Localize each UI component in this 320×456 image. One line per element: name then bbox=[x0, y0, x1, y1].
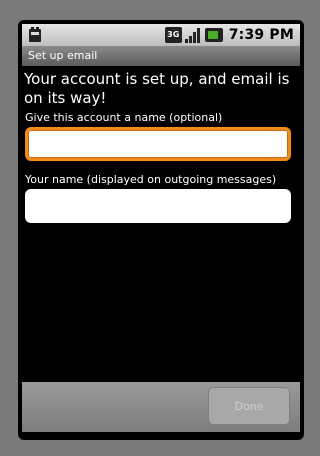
your-name-input[interactable] bbox=[25, 189, 291, 223]
account-name-label: Give this account a name (optional) bbox=[25, 111, 223, 124]
setup-complete-message: Your account is set up, and email is on … bbox=[24, 70, 290, 107]
button-bar: Done bbox=[22, 382, 300, 432]
signal-strength-icon bbox=[184, 27, 202, 43]
clock-time: 7:39 PM bbox=[228, 27, 294, 43]
setup-form: Your account is set up, and email is on … bbox=[24, 68, 298, 223]
download-notification-icon bbox=[29, 27, 41, 42]
done-button[interactable]: Done bbox=[208, 387, 290, 425]
battery-icon bbox=[204, 28, 223, 42]
device-screen: 3G 7:39 PM Set up email Your account is … bbox=[22, 24, 300, 432]
account-name-input[interactable] bbox=[25, 127, 291, 161]
page-title: Set up email bbox=[22, 46, 300, 66]
status-bar: 3G 7:39 PM bbox=[22, 24, 300, 46]
your-name-label: Your name (displayed on outgoing message… bbox=[25, 173, 277, 186]
3g-icon: 3G bbox=[164, 27, 182, 43]
status-icons: 3G 7:39 PM bbox=[164, 26, 294, 44]
device-frame: 3G 7:39 PM Set up email Your account is … bbox=[18, 20, 304, 440]
